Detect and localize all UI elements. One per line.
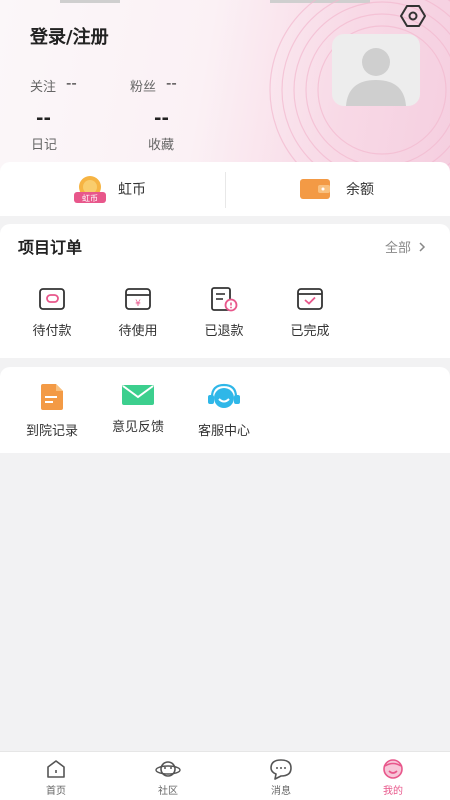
following-count[interactable]: -- <box>66 74 77 92</box>
fans-label[interactable]: 粉丝 <box>130 76 156 95</box>
order-label: 已退款 <box>204 324 244 339</box>
mine-face-icon <box>383 759 403 779</box>
pending-payment-icon <box>39 288 65 310</box>
orders-all-label: 全部 <box>384 241 411 256</box>
orders-all-link[interactable]: 全部 <box>385 237 428 256</box>
service-visit-record[interactable]: 到院记录 <box>17 383 87 439</box>
orders-title: 项目订单 <box>18 238 83 257</box>
completed-icon <box>297 288 323 310</box>
following-label[interactable]: 关注 <box>30 76 56 95</box>
order-pending-payment[interactable]: 待付款 <box>17 286 87 339</box>
coin-badge-text: 虹币 <box>82 194 98 203</box>
tab-label: 首页 <box>46 786 66 797</box>
order-completed[interactable]: 已完成 <box>275 286 345 339</box>
to-use-icon: ¥ <box>125 288 151 310</box>
order-label: 待使用 <box>118 324 158 339</box>
wallet-divider <box>225 172 226 208</box>
favorites-count[interactable]: -- <box>154 108 169 129</box>
order-label: 待付款 <box>32 324 72 339</box>
bottom-tab-bar: 首页 社区 消息 我的 <box>0 751 450 800</box>
service-label: 客服中心 <box>197 424 250 439</box>
community-planet-icon <box>155 761 181 777</box>
chevron-right-icon <box>419 241 426 252</box>
customer-service-icon <box>208 383 240 408</box>
refunded-icon <box>211 287 238 312</box>
home-icon <box>47 760 65 778</box>
order-label: 已完成 <box>290 324 330 339</box>
tab-home[interactable]: 首页 <box>21 758 91 797</box>
settings-eye-icon[interactable] <box>400 4 426 28</box>
order-to-use[interactable]: ¥ 待使用 <box>103 286 173 339</box>
wallet-icon <box>300 179 330 199</box>
svg-text:¥: ¥ <box>135 299 141 309</box>
service-feedback[interactable]: 意见反馈 <box>103 383 173 435</box>
profile-header: 登录/注册 关注 -- 粉丝 -- -- 日记 -- 收藏 <box>0 0 450 175</box>
feedback-icon <box>122 385 154 405</box>
tab-messages[interactable]: 消息 <box>246 758 316 797</box>
balance-label: 余额 <box>346 182 374 198</box>
coin-entry[interactable]: 虹币 虹币 <box>72 162 146 216</box>
diary-count[interactable]: -- <box>36 108 51 129</box>
diary-label[interactable]: 日记 <box>31 134 57 153</box>
tab-label: 我的 <box>383 786 403 797</box>
coin-icon: 虹币 <box>74 176 106 203</box>
orders-card: 项目订单 全部 待付款 ¥ 待使用 已退款 已完成 <box>0 224 450 358</box>
login-register-link[interactable]: 登录/注册 <box>30 23 109 49</box>
tab-mine[interactable]: 我的 <box>358 758 428 797</box>
balance-entry[interactable]: 余额 <box>300 162 374 216</box>
tab-community[interactable]: 社区 <box>133 758 203 797</box>
tab-label: 社区 <box>158 786 178 797</box>
services-card: 到院记录 意见反馈 客服中心 <box>0 367 450 453</box>
wallet-card: 虹币 虹币 余额 <box>0 162 450 216</box>
service-customer-center[interactable]: 客服中心 <box>189 383 259 439</box>
tab-label: 消息 <box>271 786 291 797</box>
message-icon <box>270 759 292 780</box>
avatar[interactable] <box>332 34 420 106</box>
favorites-label[interactable]: 收藏 <box>148 134 174 153</box>
service-label: 意见反馈 <box>111 420 164 435</box>
service-label: 到院记录 <box>25 424 78 439</box>
coin-label: 虹币 <box>118 182 146 198</box>
fans-count[interactable]: -- <box>166 74 177 92</box>
order-refunded[interactable]: 已退款 <box>189 286 259 339</box>
visit-record-icon <box>41 384 63 410</box>
